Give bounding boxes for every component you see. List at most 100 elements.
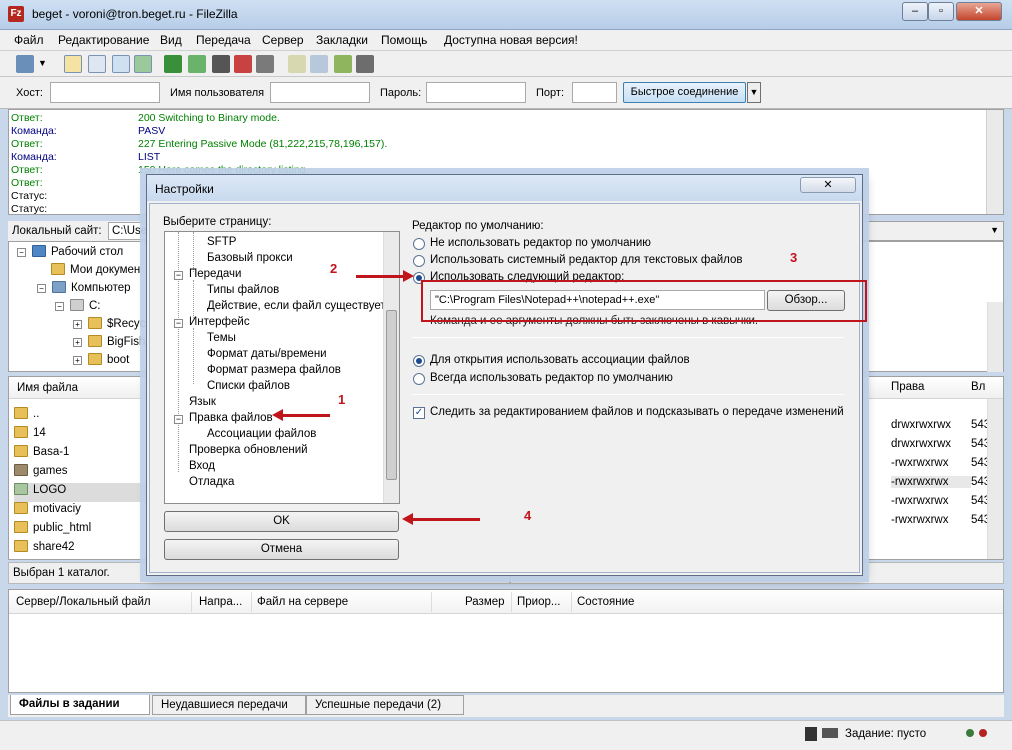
password-input[interactable] bbox=[426, 82, 526, 103]
page-sftp[interactable]: SFTP bbox=[207, 236, 236, 248]
find-files-icon[interactable] bbox=[356, 55, 374, 73]
column-owner[interactable]: Вл bbox=[971, 381, 985, 393]
menu-bookmarks[interactable]: Закладки bbox=[316, 33, 368, 47]
tab-successful-transfers[interactable]: Успешные передачи (2) bbox=[306, 695, 464, 715]
page-file-types[interactable]: Типы файлов bbox=[207, 284, 279, 296]
pages-scroll-thumb[interactable] bbox=[386, 310, 397, 480]
receive-indicator-icon bbox=[979, 729, 987, 737]
page-language[interactable]: Язык bbox=[189, 396, 216, 408]
page-date-time-format[interactable]: Формат даты/времени bbox=[207, 348, 327, 360]
page-debug[interactable]: Отладка bbox=[189, 476, 234, 488]
page-file-exists-action[interactable]: Действие, если файл существует bbox=[207, 300, 386, 312]
radio-no-default-editor[interactable] bbox=[413, 238, 425, 250]
speed-limit-icon[interactable] bbox=[822, 728, 838, 738]
file-row-selected[interactable]: LOGO bbox=[14, 483, 154, 502]
window-title: beget - voroni@tron.beget.ru - FileZilla bbox=[32, 7, 238, 21]
tree-item-desktop[interactable]: − Рабочий стол bbox=[17, 245, 123, 258]
reconnect-icon[interactable] bbox=[256, 55, 274, 73]
page-generic-proxy[interactable]: Базовый прокси bbox=[207, 252, 293, 264]
username-input[interactable] bbox=[270, 82, 370, 103]
site-manager-dropdown-icon[interactable]: ▼ bbox=[38, 58, 48, 76]
column-priority[interactable]: Приор... bbox=[517, 596, 560, 608]
file-row[interactable]: Basa-1 bbox=[14, 445, 69, 464]
page-filesize-format[interactable]: Формат размера файлов bbox=[207, 364, 341, 376]
site-manager-icon[interactable] bbox=[16, 55, 34, 73]
tree-item-folder[interactable]: + $Recyc bbox=[73, 317, 145, 330]
collapse-icon[interactable]: − bbox=[174, 415, 183, 424]
page-transfers[interactable]: Передачи bbox=[189, 268, 241, 280]
radio-system-editor[interactable] bbox=[413, 255, 425, 267]
file-row[interactable]: 14 bbox=[14, 426, 46, 445]
ok-button[interactable]: OK bbox=[164, 511, 399, 532]
message-log-toggle-icon[interactable] bbox=[64, 55, 82, 73]
column-status[interactable]: Состояние bbox=[577, 596, 634, 608]
file-row[interactable]: public_html bbox=[14, 521, 91, 540]
cancel-operation-icon[interactable] bbox=[212, 55, 230, 73]
collapse-icon[interactable]: − bbox=[174, 319, 183, 328]
dialog-body: Выберите страницу: SFTP Базовый прокси −… bbox=[149, 203, 860, 573]
tree-item-computer[interactable]: − Компьютер bbox=[37, 281, 131, 294]
quickconnect-history-dropdown[interactable]: ▼ bbox=[747, 82, 761, 103]
tab-queued-files[interactable]: Файлы в задании bbox=[10, 695, 150, 715]
remote-permissions-cell: drwxrwxrwx bbox=[891, 419, 952, 431]
port-input[interactable] bbox=[572, 82, 617, 103]
tree-item-drive-c[interactable]: − C: bbox=[55, 299, 101, 312]
directory-listing-filter-icon[interactable] bbox=[288, 55, 306, 73]
close-button[interactable]: ✕ bbox=[956, 2, 1002, 21]
dialog-close-button[interactable]: ✕ bbox=[800, 177, 856, 193]
radio-use-associations[interactable] bbox=[413, 355, 425, 367]
menu-help[interactable]: Помощь bbox=[381, 33, 427, 47]
remote-tree-toggle-icon[interactable] bbox=[112, 55, 130, 73]
remote-tree-scrollbar[interactable] bbox=[987, 302, 1003, 372]
column-remote-file[interactable]: Файл на сервере bbox=[257, 596, 348, 608]
maximize-button[interactable]: ▫ bbox=[928, 2, 954, 21]
refresh-icon[interactable] bbox=[164, 55, 182, 73]
dir-comparison-icon[interactable] bbox=[310, 55, 328, 73]
menu-edit[interactable]: Редактирование bbox=[58, 33, 149, 47]
page-file-lists[interactable]: Списки файлов bbox=[207, 380, 290, 392]
column-server-local-file[interactable]: Сервер/Локальный файл bbox=[16, 596, 151, 608]
tree-item-folder[interactable]: + boot bbox=[73, 353, 129, 366]
page-themes[interactable]: Темы bbox=[207, 332, 236, 344]
menu-server[interactable]: Сервер bbox=[262, 33, 304, 47]
process-queue-icon[interactable] bbox=[188, 55, 206, 73]
column-permissions[interactable]: Права bbox=[891, 381, 924, 393]
page-file-editing[interactable]: Правка файлов bbox=[189, 412, 273, 424]
remote-list-scrollbar[interactable] bbox=[987, 399, 1003, 559]
remote-permissions-cell: -rwxrwxrwx bbox=[891, 457, 949, 469]
file-row[interactable]: .. bbox=[14, 407, 39, 426]
file-row[interactable]: motivaciy bbox=[14, 502, 81, 521]
transfer-queue: Сервер/Локальный файл Напра... Файл на с… bbox=[8, 589, 1004, 693]
tab-failed-transfers[interactable]: Неудавшиеся передачи bbox=[152, 695, 306, 715]
remote-site-dropdown-icon[interactable]: ▼ bbox=[990, 225, 999, 235]
host-input[interactable] bbox=[50, 82, 160, 103]
disconnect-icon[interactable] bbox=[234, 55, 252, 73]
sync-browsing-icon[interactable] bbox=[334, 55, 352, 73]
pages-tree-scrollbar[interactable] bbox=[383, 232, 399, 503]
file-row[interactable]: games bbox=[14, 464, 68, 483]
tree-item-folder[interactable]: + BigFish bbox=[73, 335, 145, 348]
collapse-icon[interactable]: − bbox=[174, 271, 183, 280]
radio-always-default-editor[interactable] bbox=[413, 373, 425, 385]
log-scrollbar[interactable] bbox=[986, 110, 1003, 214]
page-interface[interactable]: Интерфейс bbox=[189, 316, 250, 328]
file-row[interactable]: share42 bbox=[14, 540, 75, 559]
watch-edited-files-checkbox[interactable]: ✓ bbox=[413, 407, 425, 419]
menu-new-version[interactable]: Доступна новая версия! bbox=[444, 33, 578, 47]
page-update-check[interactable]: Проверка обновлений bbox=[189, 444, 308, 456]
quickconnect-button[interactable]: Быстрое соединение bbox=[623, 82, 746, 103]
queue-toggle-icon[interactable] bbox=[134, 55, 152, 73]
local-tree-toggle-icon[interactable] bbox=[88, 55, 106, 73]
minimize-button[interactable]: ‒ bbox=[902, 2, 928, 21]
cancel-button[interactable]: Отмена bbox=[164, 539, 399, 560]
menu-transfer[interactable]: Передача bbox=[196, 33, 251, 47]
menu-view[interactable]: Вид bbox=[160, 33, 182, 47]
page-file-associations[interactable]: Ассоциации файлов bbox=[207, 428, 316, 440]
menu-file[interactable]: Файл bbox=[14, 33, 44, 47]
column-filename[interactable]: Имя файла bbox=[17, 382, 78, 394]
column-direction[interactable]: Напра... bbox=[199, 596, 242, 608]
tree-item-my-documents[interactable]: Мои докумен bbox=[51, 263, 140, 276]
column-size[interactable]: Размер bbox=[465, 596, 505, 608]
send-indicator-icon bbox=[966, 729, 974, 737]
page-logging[interactable]: Вход bbox=[189, 460, 215, 472]
